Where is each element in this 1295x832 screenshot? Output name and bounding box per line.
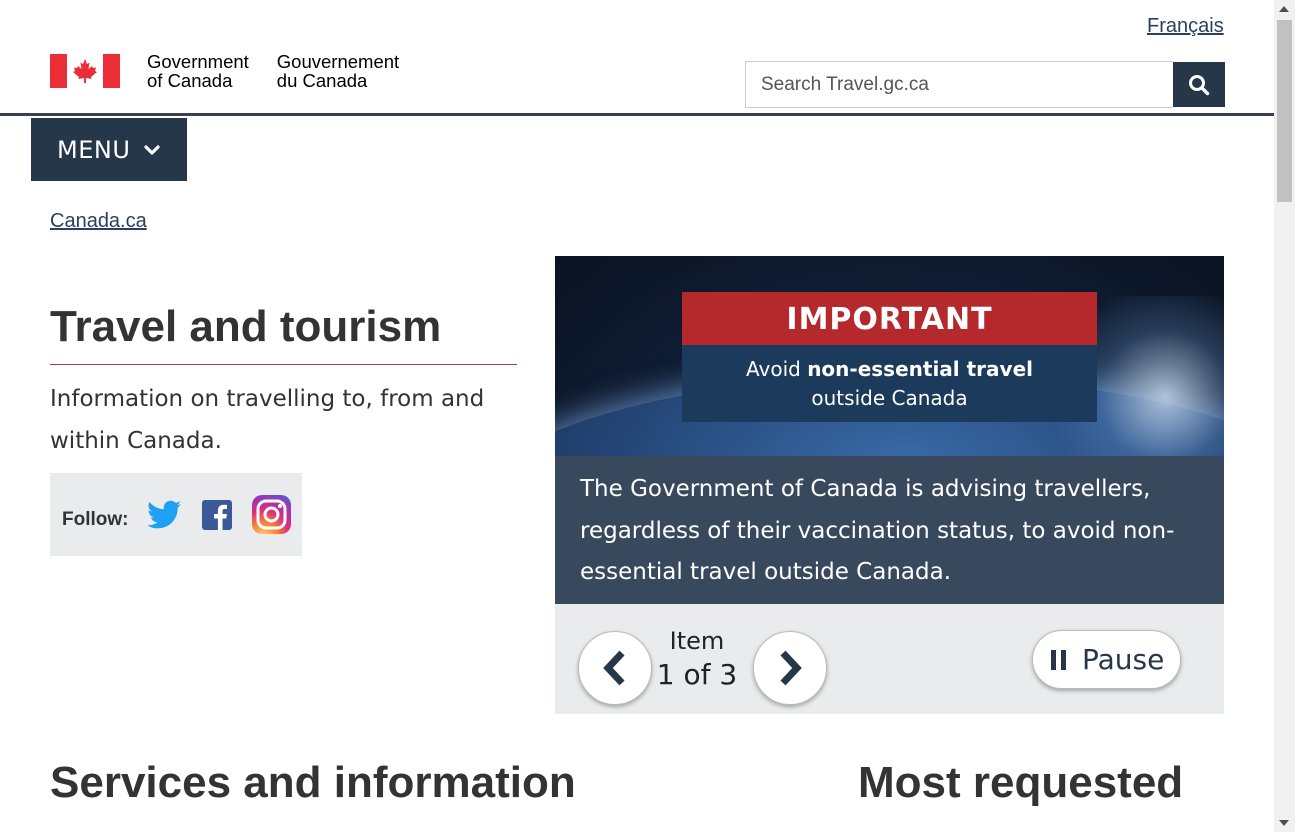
previous-button[interactable] xyxy=(578,631,652,705)
most-requested-heading: Most requested xyxy=(858,758,1184,807)
language-toggle-link[interactable]: Français xyxy=(1147,15,1224,38)
vertical-scrollbar[interactable] xyxy=(1274,0,1295,832)
carousel-banner-image[interactable]: IMPORTANT Avoid non-essential travel out… xyxy=(555,256,1224,456)
pause-label: Pause xyxy=(1082,643,1165,676)
search-input[interactable] xyxy=(745,61,1173,108)
menu-label: MENU xyxy=(57,135,131,164)
carousel-position: Item 1 of 3 xyxy=(656,627,738,691)
banner-notice: IMPORTANT Avoid non-essential travel out… xyxy=(682,292,1097,422)
header-divider xyxy=(0,113,1274,116)
banner-heading: IMPORTANT xyxy=(682,292,1097,345)
search-button[interactable] xyxy=(1173,62,1225,107)
scroll-up-arrow-icon[interactable] xyxy=(1279,6,1289,12)
chevron-left-icon xyxy=(603,650,625,686)
instagram-icon[interactable] xyxy=(252,495,292,534)
government-signature[interactable]: Government of Canada Gouvernement du Can… xyxy=(50,52,399,90)
scroll-down-arrow-icon[interactable] xyxy=(1279,820,1289,826)
menu-button[interactable]: MENU xyxy=(31,118,187,181)
twitter-icon[interactable] xyxy=(148,500,182,530)
site-search xyxy=(745,61,1225,108)
featured-carousel: IMPORTANT Avoid non-essential travel out… xyxy=(555,256,1224,714)
carousel-controls: Item 1 of 3 Pause xyxy=(555,604,1224,714)
canada-flag-icon xyxy=(50,54,120,88)
breadcrumb-canada-link[interactable]: Canada.ca xyxy=(50,210,147,233)
scrollbar-thumb[interactable] xyxy=(1277,20,1292,202)
pause-button[interactable]: Pause xyxy=(1032,630,1181,689)
follow-label: Follow: xyxy=(62,508,129,530)
social-follow-box: Follow: xyxy=(50,473,302,556)
chevron-down-icon xyxy=(144,144,160,155)
facebook-icon[interactable] xyxy=(202,499,233,530)
chevron-right-icon xyxy=(780,650,802,686)
signature-english: Government of Canada xyxy=(147,51,249,91)
signature-french: Gouvernement du Canada xyxy=(276,51,400,91)
page-intro: Information on travelling to, from and w… xyxy=(50,386,485,454)
carousel-caption[interactable]: The Government of Canada is advising tra… xyxy=(555,456,1224,604)
search-icon xyxy=(1189,74,1210,95)
next-button[interactable] xyxy=(753,631,827,705)
pause-icon xyxy=(1051,649,1066,670)
services-heading: Services and information xyxy=(50,758,576,807)
page-title: Travel and tourism xyxy=(50,300,517,365)
banner-subtext: Avoid non-essential travel outside Canad… xyxy=(682,345,1097,422)
